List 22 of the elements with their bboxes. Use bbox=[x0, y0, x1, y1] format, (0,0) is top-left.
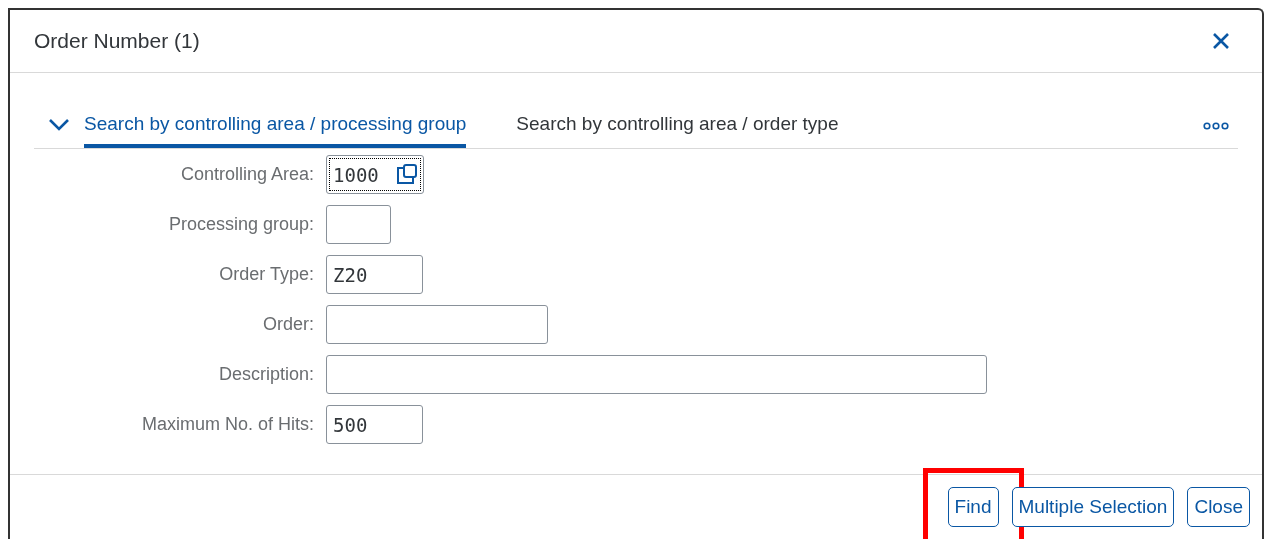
field-label: Description: bbox=[217, 363, 315, 386]
value-help-icon[interactable] bbox=[396, 163, 418, 185]
input-field[interactable]: Z20 bbox=[326, 255, 423, 294]
field-label: Order: bbox=[262, 313, 315, 336]
more-icon[interactable] bbox=[1203, 121, 1229, 130]
chevron-down-icon[interactable] bbox=[48, 117, 70, 132]
field-label: Order Type: bbox=[218, 263, 315, 286]
close-icon[interactable] bbox=[1212, 32, 1230, 50]
tab[interactable]: Search by controlling area / processing group bbox=[84, 103, 467, 148]
field-label: Maximum No. of Hits: bbox=[140, 413, 315, 436]
dialog-button[interactable]: Find bbox=[947, 487, 999, 527]
dialog-button[interactable]: Multiple Selection bbox=[1011, 487, 1175, 527]
tab[interactable]: Search by controlling area / order type bbox=[516, 103, 839, 148]
field-label: Processing group: bbox=[167, 213, 315, 236]
input-field[interactable]: 1000 bbox=[326, 155, 424, 194]
input-field[interactable] bbox=[326, 305, 548, 344]
input-field[interactable]: 500 bbox=[326, 405, 423, 444]
input-field[interactable] bbox=[326, 205, 391, 244]
input-field[interactable] bbox=[326, 355, 987, 394]
dialog-title: Order Number (1) bbox=[34, 28, 200, 55]
dialog-button[interactable]: Close bbox=[1187, 487, 1250, 527]
field-label: Controlling Area: bbox=[179, 163, 315, 186]
